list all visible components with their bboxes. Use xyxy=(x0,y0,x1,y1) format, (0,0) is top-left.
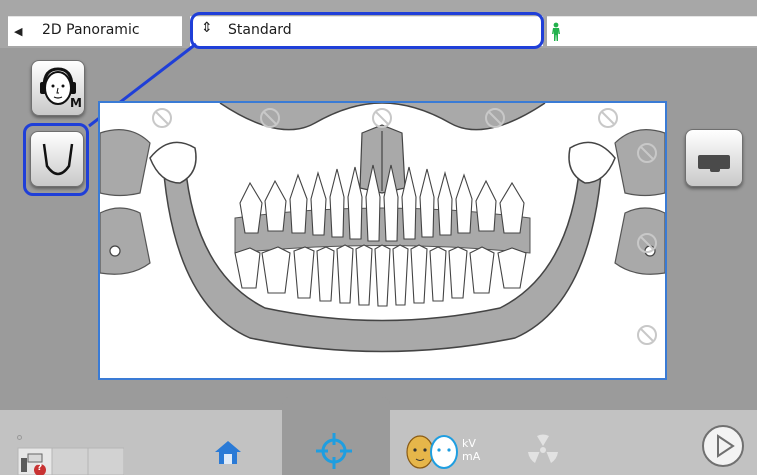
home-icon xyxy=(215,441,241,464)
patient-help-button[interactable]: ? xyxy=(16,446,125,475)
next-step-button[interactable] xyxy=(700,423,746,469)
bite-block-button[interactable] xyxy=(685,129,743,187)
panoramic-diagram-frame xyxy=(98,101,667,380)
patient-field[interactable] xyxy=(547,16,757,46)
crosshair-target-icon xyxy=(316,433,352,469)
exam-type-selector[interactable]: ◀ 2D Panoramic xyxy=(8,16,182,46)
play-next-icon xyxy=(702,425,744,467)
exam-type-label: 2D Panoramic xyxy=(42,22,140,38)
radiation-icon xyxy=(528,434,558,463)
help-badge: ? xyxy=(37,463,43,473)
panoramic-acquisition-screen: ◀ 2D Panoramic ⇕ Standard M ? kV mA xyxy=(0,0,757,475)
home-button[interactable] xyxy=(213,438,243,466)
person-standing-icon xyxy=(552,22,560,41)
radiation-button[interactable] xyxy=(526,433,560,467)
panoramic-dental-diagram xyxy=(100,103,665,378)
ma-label: mA xyxy=(462,450,481,463)
head-position-button[interactable]: M xyxy=(31,60,85,116)
patient-help-icon xyxy=(17,447,125,475)
exposure-parameters-button[interactable]: kV mA xyxy=(400,432,490,472)
back-arrow-icon[interactable]: ◀ xyxy=(14,25,22,38)
bite-block-icon xyxy=(698,155,730,172)
arch-highlight-frame xyxy=(23,123,89,196)
kv-label: kV xyxy=(462,437,476,450)
status-dot xyxy=(17,435,22,440)
profile-highlight-frame xyxy=(190,12,544,49)
head-mode-badge: M xyxy=(70,96,82,110)
positioning-button[interactable] xyxy=(314,431,354,471)
